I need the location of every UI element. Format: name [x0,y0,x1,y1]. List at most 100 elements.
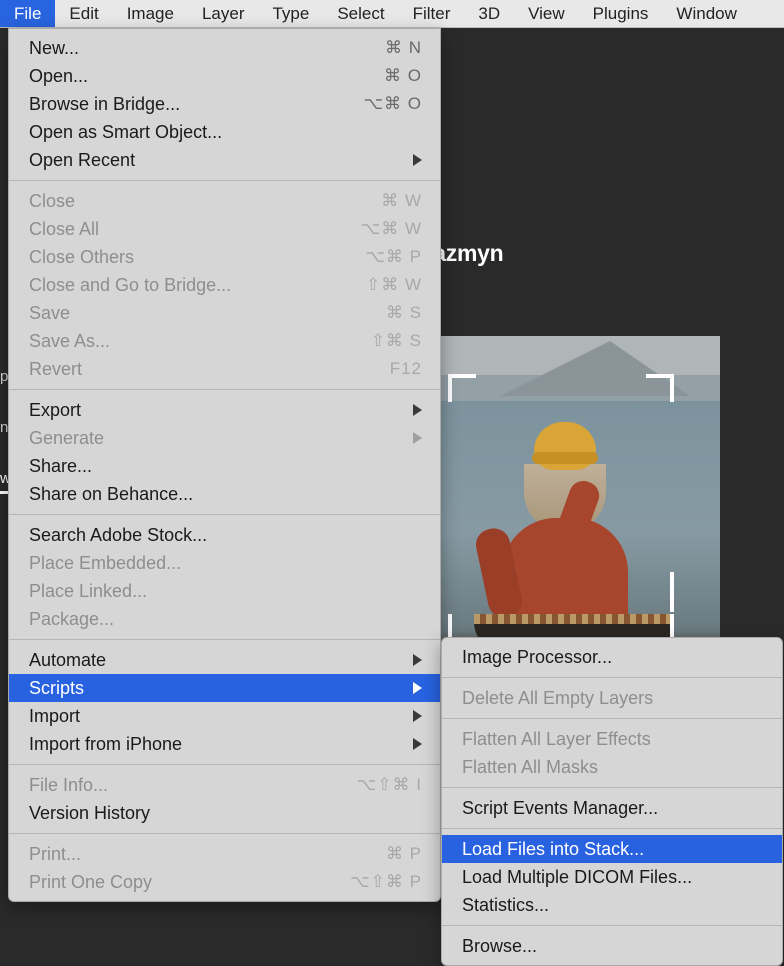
scripts-menu-separator [442,787,782,788]
file-menu-export[interactable]: Export [9,396,440,424]
scripts-menu-load-multiple-dicom-files[interactable]: Load Multiple DICOM Files... [442,863,782,891]
menu-item-label: Flatten All Masks [462,757,598,778]
scripts-menu-statistics[interactable]: Statistics... [442,891,782,919]
menu-item-label: Load Files into Stack... [462,839,644,860]
file-menu-automate[interactable]: Automate [9,646,440,674]
menubar-item-filter[interactable]: Filter [399,0,465,27]
file-menu-file-info: File Info... ⌥⇧⌘ I [9,771,440,799]
menu-item-shortcut: ⇧⌘ S [371,331,422,351]
file-menu-share-on-behance[interactable]: Share on Behance... [9,480,440,508]
menu-item-label: Automate [29,650,106,671]
file-menu-open[interactable]: Open...⌘ O [9,62,440,90]
file-menu-browse-in-bridge[interactable]: Browse in Bridge...⌥⌘ O [9,90,440,118]
file-menu-new[interactable]: New...⌘ N [9,34,440,62]
menu-item-label: Search Adobe Stock... [29,525,207,546]
menu-item-label: Print... [29,844,81,865]
file-menu-print: Print... ⌘ P [9,840,440,868]
file-menu-open-as-smart-object[interactable]: Open as Smart Object... [9,118,440,146]
file-menu-package: Package... [9,605,440,633]
scripts-menu-flatten-all-layer-effects: Flatten All Layer Effects [442,725,782,753]
file-menu-close-and-go-to-bridge: Close and Go to Bridge... ⇧⌘ W [9,271,440,299]
scripts-menu-separator [442,925,782,926]
menu-item-label: New... [29,38,79,59]
file-menu-version-history[interactable]: Version History [9,799,440,827]
file-menu-close: Close ⌘ W [9,187,440,215]
menubar-item-select[interactable]: Select [323,0,398,27]
menubar-item-image[interactable]: Image [113,0,188,27]
file-menu-scripts[interactable]: Scripts [9,674,440,702]
menu-item-label: Save [29,303,70,324]
menu-item-label: Place Linked... [29,581,147,602]
menubar-item-edit[interactable]: Edit [55,0,112,27]
scripts-menu-script-events-manager[interactable]: Script Events Manager... [442,794,782,822]
menu-item-shortcut: ⌘ W [381,191,422,211]
menu-item-label: Delete All Empty Layers [462,688,653,709]
menu-item-label: Share on Behance... [29,484,193,505]
menubar-item-file[interactable]: File [0,0,55,27]
file-menu-share[interactable]: Share... [9,452,440,480]
file-menu-save-as: Save As... ⇧⌘ S [9,327,440,355]
menubar-item-layer[interactable]: Layer [188,0,259,27]
menu-item-label: Script Events Manager... [462,798,658,819]
scripts-menu-separator [442,718,782,719]
photo-person [480,422,650,642]
menu-item-label: Revert [29,359,82,380]
menu-item-shortcut: ⇧⌘ W [366,275,422,295]
sample-photo[interactable] [440,336,720,662]
scripts-menu-load-files-into-stack[interactable]: Load Files into Stack... [442,835,782,863]
file-menu-import-from-iphone[interactable]: Import from iPhone [9,730,440,758]
scripts-menu-browse[interactable]: Browse... [442,932,782,960]
menu-item-label: Flatten All Layer Effects [462,729,651,750]
chevron-right-icon [413,710,422,722]
menu-item-label: Save As... [29,331,110,352]
menu-item-shortcut: ⌥⌘ P [365,247,422,267]
menubar-item-view[interactable]: View [514,0,579,27]
scripts-menu-image-processor[interactable]: Image Processor... [442,643,782,671]
menubar-item-3d[interactable]: 3D [464,0,514,27]
menubar-item-plugins[interactable]: Plugins [579,0,663,27]
scripts-menu-separator [442,828,782,829]
file-menu-dropdown: New...⌘ NOpen...⌘ OBrowse in Bridge...⌥⌘… [8,28,441,902]
menu-item-label: Browse in Bridge... [29,94,180,115]
crop-handle-top-right[interactable] [646,374,674,402]
file-menu-close-all: Close All ⌥⌘ W [9,215,440,243]
file-menu-print-one-copy: Print One Copy ⌥⇧⌘ P [9,868,440,896]
menu-item-label: Generate [29,428,104,449]
file-menu-separator [9,639,440,640]
menu-item-label: Import [29,706,80,727]
menu-item-shortcut: ⌘ S [386,303,422,323]
menu-item-label: Scripts [29,678,84,699]
menu-item-shortcut: ⌘ P [386,844,422,864]
menu-item-shortcut: ⌥⇧⌘ I [357,775,422,795]
chevron-right-icon [413,738,422,750]
file-menu-place-linked: Place Linked... [9,577,440,605]
menu-item-label: Close and Go to Bridge... [29,275,231,296]
file-menu-separator [9,833,440,834]
file-menu-separator [9,764,440,765]
scripts-submenu: Image Processor... Delete All Empty Layer… [441,637,783,966]
chevron-right-icon [413,404,422,416]
file-menu-separator [9,180,440,181]
menu-item-label: Close [29,191,75,212]
file-menu-search-adobe-stock[interactable]: Search Adobe Stock... [9,521,440,549]
menu-item-label: File Info... [29,775,108,796]
menu-item-label: Load Multiple DICOM Files... [462,867,692,888]
menu-item-shortcut: ⌥⇧⌘ P [350,872,422,892]
menu-item-label: Open as Smart Object... [29,122,222,143]
menu-item-label: Place Embedded... [29,553,181,574]
file-menu-open-recent[interactable]: Open Recent [9,146,440,174]
crop-handle-top-left[interactable] [448,374,476,402]
application-menubar: FileEditImageLayerTypeSelectFilter3DView… [0,0,784,28]
file-menu-save: Save ⌘ S [9,299,440,327]
file-menu-import[interactable]: Import [9,702,440,730]
menu-item-label: Open... [29,66,88,87]
menubar-item-type[interactable]: Type [258,0,323,27]
crop-handle-right[interactable] [670,572,674,612]
menu-item-shortcut: ⌥⌘ W [361,219,422,239]
menu-item-label: Close All [29,219,99,240]
chevron-right-icon [413,682,422,694]
menu-item-label: Image Processor... [462,647,612,668]
menu-item-label: Print One Copy [29,872,152,893]
menu-item-label: Close Others [29,247,134,268]
menubar-item-window[interactable]: Window [662,0,750,27]
